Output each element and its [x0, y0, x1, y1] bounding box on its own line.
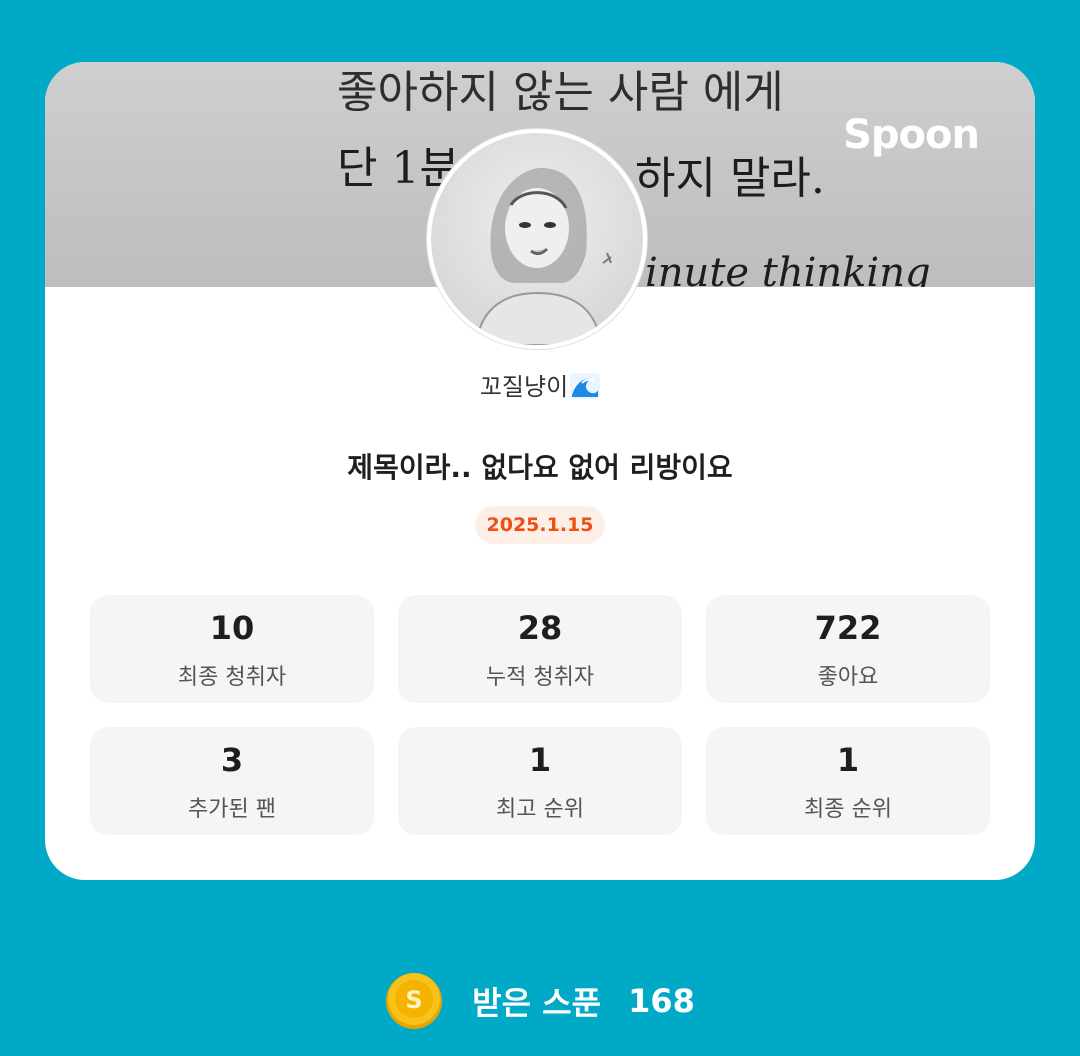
stat-value: 28 [517, 609, 563, 647]
spoon-logo: Spoon [843, 112, 980, 158]
avatar-sketch-image [431, 133, 643, 345]
stat-final-rank: 1 최종 순위 [706, 727, 990, 835]
live-title: 제목이라.. 없다요 없어 리방이요 [347, 451, 733, 484]
received-spoons-count: 168 [628, 982, 695, 1020]
received-spoons-label: 받은 스푼 [472, 984, 602, 1022]
stat-value: 10 [209, 609, 255, 647]
stat-final-listeners: 10 최종 청취자 [90, 595, 374, 703]
cover-text-line: 좋아하지 않는 사람 에게 [337, 67, 784, 118]
stat-value: 3 [220, 741, 244, 779]
svg-text:S: S [405, 986, 422, 1014]
date-badge: 2025.1.15 [475, 506, 605, 544]
received-spoons: S 받은 스푼 168 [0, 972, 1080, 1032]
stat-label: 누적 청취자 [485, 665, 595, 690]
username: 꼬질냥이 [479, 373, 569, 401]
stat-label: 최종 순위 [804, 797, 892, 822]
spoon-coin-icon: S [385, 972, 443, 1030]
stat-total-listeners: 28 누적 청취자 [398, 595, 682, 703]
live-summary-card: 좋아하지 않는 사람 에게 단 1분 하지 말라. inute thinking… [45, 62, 1035, 880]
cover-text-line: inute thinking [645, 250, 931, 287]
stat-label: 최종 청취자 [177, 665, 287, 690]
stat-highest-rank: 1 최고 순위 [398, 727, 682, 835]
avatar-drawing [474, 168, 612, 345]
stat-value: 1 [528, 741, 552, 779]
stat-label: 최고 순위 [496, 797, 584, 822]
username-row[interactable]: 꼬질냥이 [45, 367, 1035, 402]
avatar[interactable] [427, 129, 647, 349]
stat-label: 추가된 팬 [188, 797, 276, 822]
wave-icon [570, 373, 601, 399]
stat-likes: 722 좋아요 [706, 595, 990, 703]
stat-value: 722 [814, 609, 882, 647]
stat-value: 1 [836, 741, 860, 779]
stat-new-fans: 3 추가된 팬 [90, 727, 374, 835]
stat-label: 좋아요 [817, 665, 879, 690]
cover-text-line: 하지 말라. [635, 153, 825, 204]
